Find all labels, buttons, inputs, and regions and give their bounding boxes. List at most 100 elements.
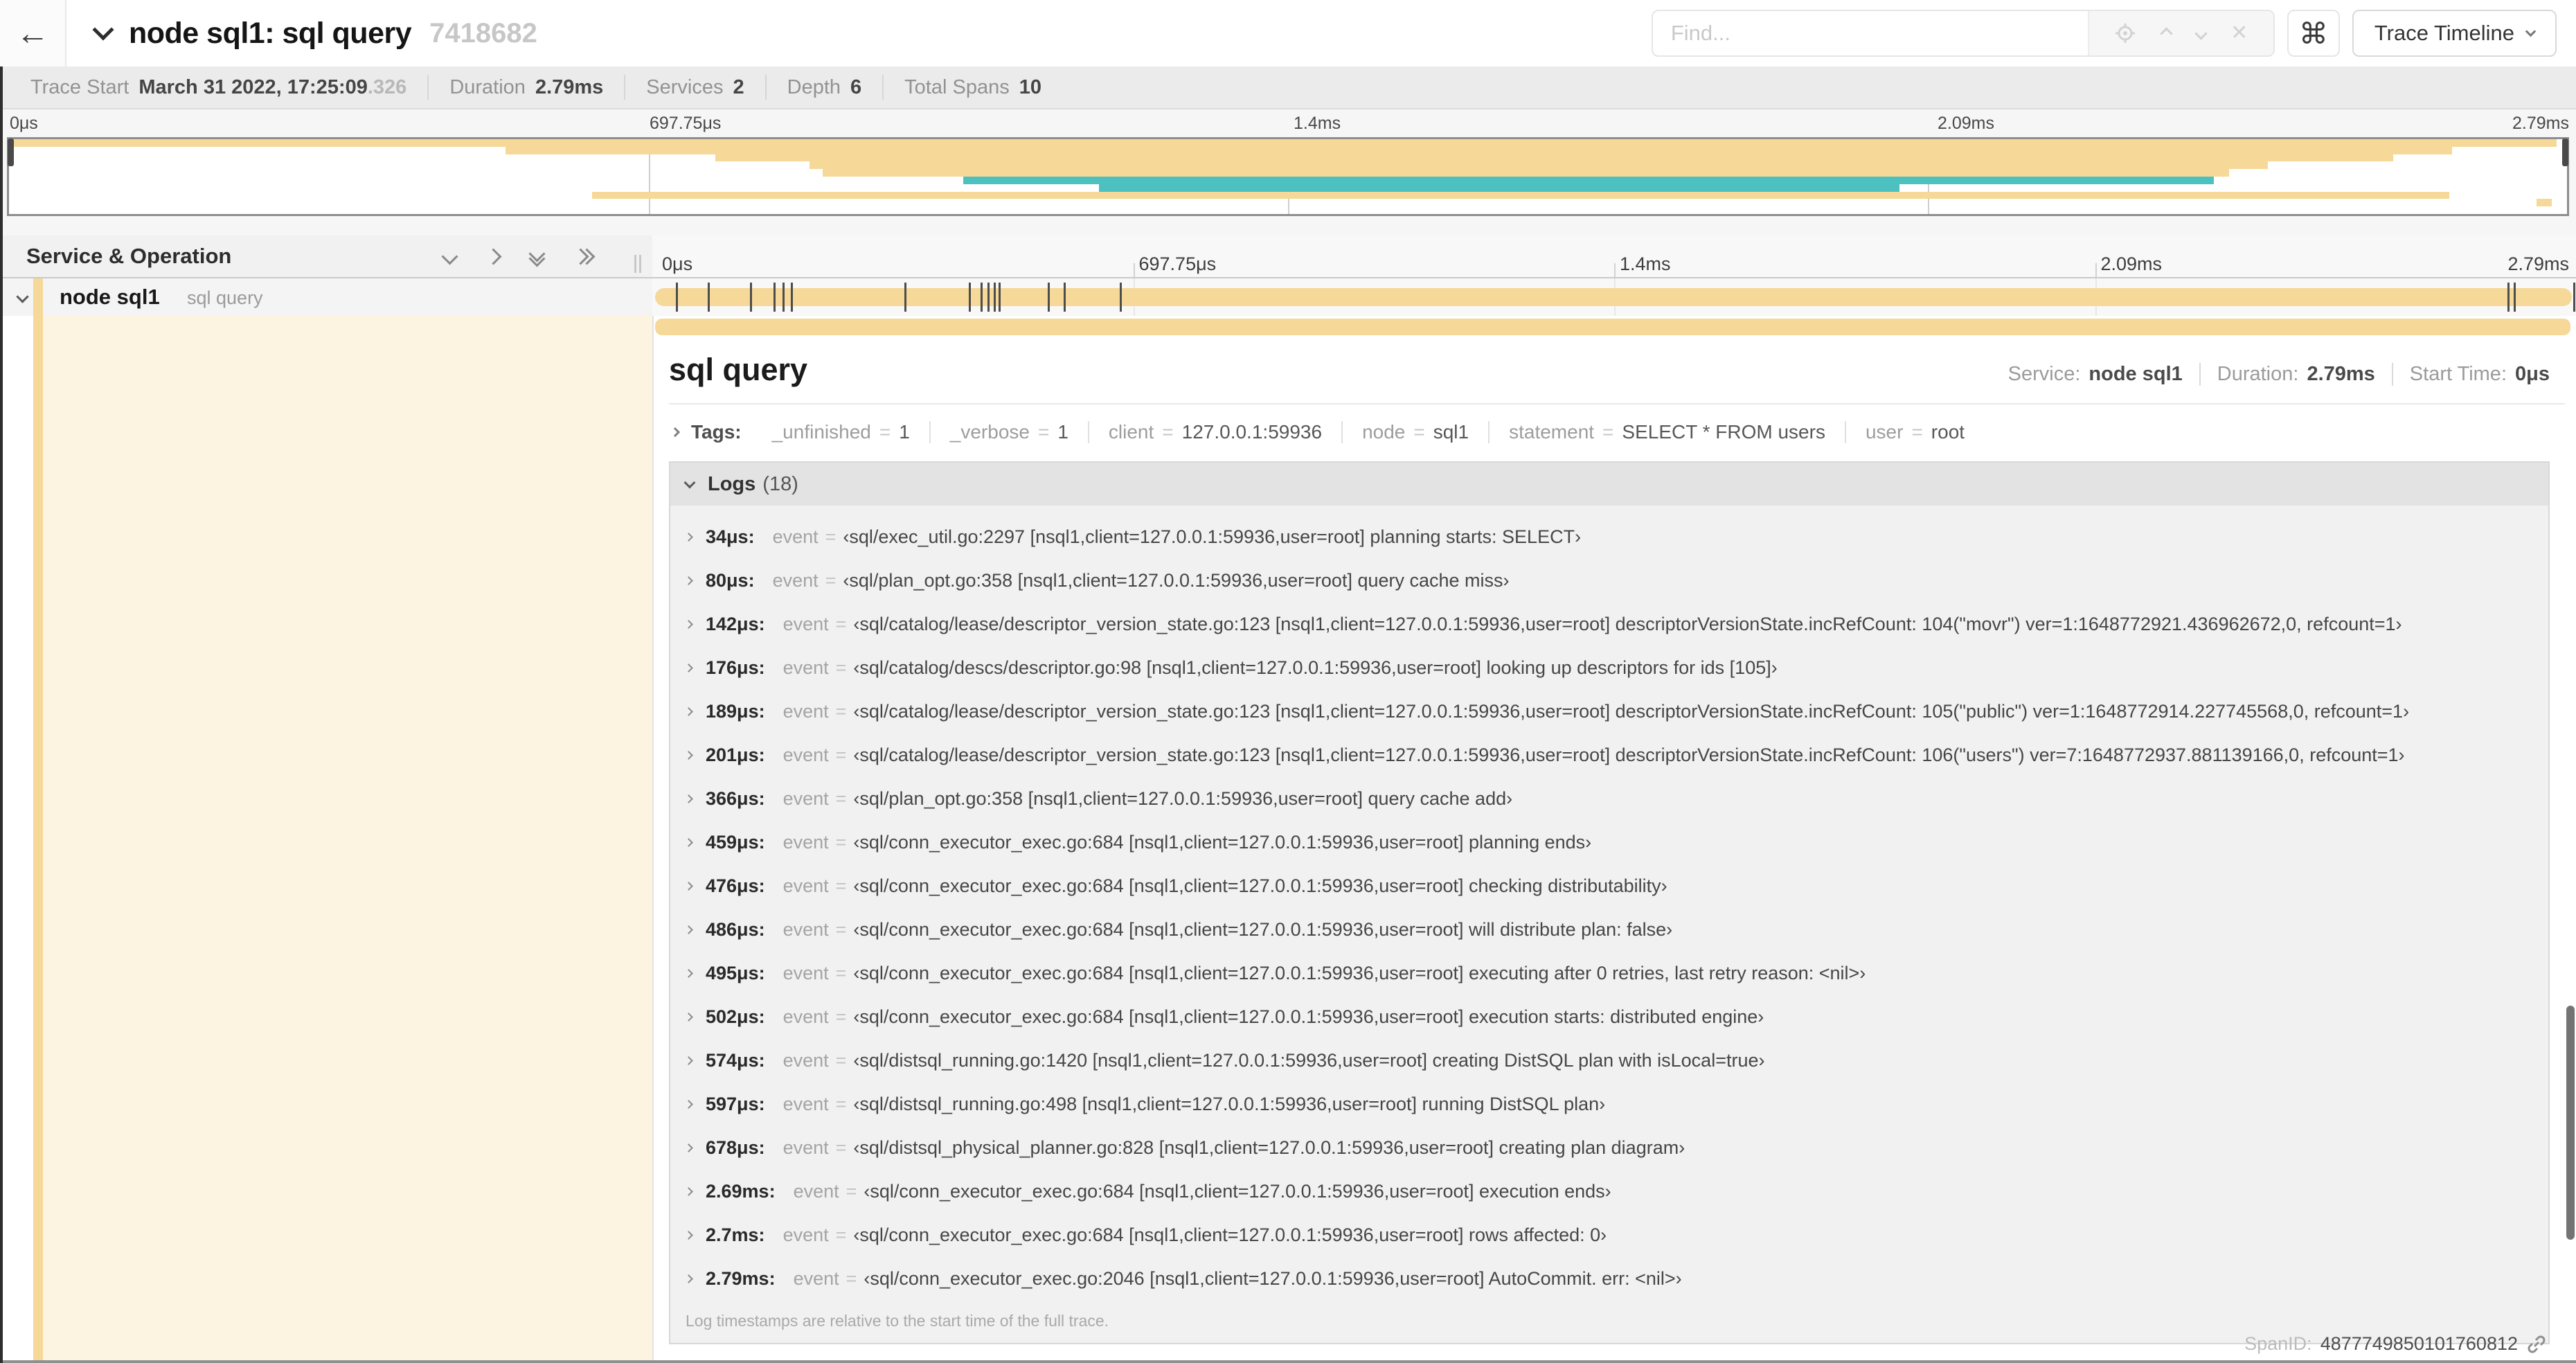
log-equals: = bbox=[835, 788, 847, 809]
start-time-label: Start Time: bbox=[2409, 363, 2507, 385]
log-entry[interactable]: 189μs: event = ‹sql/catalog/lease/descri… bbox=[670, 690, 2548, 733]
log-entry[interactable]: 366μs: event = ‹sql/plan_opt.go:358 [nsq… bbox=[670, 777, 2548, 821]
log-expand-chevron-icon[interactable] bbox=[684, 707, 693, 716]
log-expand-chevron-icon[interactable] bbox=[684, 533, 693, 542]
log-entry[interactable]: 678μs: event = ‹sql/distsql_physical_pla… bbox=[670, 1126, 2548, 1170]
log-field-value: ‹sql/plan_opt.go:358 [nsql1,client=127.0… bbox=[853, 788, 1513, 809]
log-expand-chevron-icon[interactable] bbox=[684, 1013, 693, 1022]
log-entry[interactable]: 597μs: event = ‹sql/distsql_running.go:4… bbox=[670, 1083, 2548, 1126]
log-field-key: event bbox=[782, 919, 829, 940]
collapse-one-icon[interactable] bbox=[441, 247, 458, 265]
find-next-icon[interactable] bbox=[2194, 26, 2208, 40]
span-row-timeline-cell[interactable] bbox=[652, 278, 2576, 316]
log-marker[interactable] bbox=[782, 283, 785, 312]
log-marker[interactable] bbox=[773, 283, 776, 312]
log-expand-chevron-icon[interactable] bbox=[684, 969, 693, 978]
log-entry[interactable]: 476μs: event = ‹sql/conn_executor_exec.g… bbox=[670, 864, 2548, 908]
log-marker[interactable] bbox=[1120, 283, 1122, 312]
log-expand-chevron-icon[interactable] bbox=[684, 1231, 693, 1240]
log-entry[interactable]: 502μs: event = ‹sql/conn_executor_exec.g… bbox=[670, 995, 2548, 1039]
log-expand-chevron-icon[interactable] bbox=[684, 882, 693, 891]
log-marker[interactable] bbox=[980, 283, 983, 312]
logs-header[interactable]: Logs (18) bbox=[670, 463, 2548, 506]
expand-all-icon[interactable] bbox=[572, 247, 596, 265]
log-expand-chevron-icon[interactable] bbox=[684, 925, 693, 934]
ruler-tick-3: 2.09ms bbox=[2100, 253, 2163, 274]
log-expand-chevron-icon[interactable] bbox=[684, 576, 693, 585]
find-input[interactable] bbox=[1652, 11, 2088, 55]
span-collapse-chevron-icon[interactable] bbox=[16, 290, 29, 303]
trace-view-selector[interactable]: Trace Timeline bbox=[2352, 10, 2557, 57]
tags-row[interactable]: Tags: _unfinished = 1 _verbose = 1 clien… bbox=[670, 418, 2576, 446]
log-entry[interactable]: 2.7ms: event = ‹sql/conn_executor_exec.g… bbox=[670, 1213, 2548, 1257]
span-row-label-cell[interactable]: node sql1 sql query bbox=[0, 278, 652, 316]
chevron-down-icon bbox=[2525, 26, 2537, 37]
log-entry[interactable]: 459μs: event = ‹sql/conn_executor_exec.g… bbox=[670, 821, 2548, 864]
log-marker[interactable] bbox=[993, 283, 996, 312]
log-equals: = bbox=[835, 745, 847, 765]
log-timestamp: 502μs: bbox=[706, 1006, 765, 1027]
log-expand-chevron-icon[interactable] bbox=[684, 1056, 693, 1065]
logs-section: Logs (18) 34μs: event = ‹sql/exec_util.g… bbox=[669, 461, 2550, 1344]
log-entry[interactable]: 2.69ms: event = ‹sql/conn_executor_exec.… bbox=[670, 1170, 2548, 1213]
logs-list: 34μs: event = ‹sql/exec_util.go:2297 [ns… bbox=[670, 506, 2548, 1301]
log-marker[interactable] bbox=[968, 283, 971, 312]
log-entry[interactable]: 34μs: event = ‹sql/exec_util.go:2297 [ns… bbox=[670, 515, 2548, 559]
back-button[interactable]: ← bbox=[0, 0, 66, 66]
log-field-key: event bbox=[782, 701, 829, 722]
log-entry[interactable]: 495μs: event = ‹sql/conn_executor_exec.g… bbox=[670, 952, 2548, 995]
expand-one-icon[interactable] bbox=[485, 247, 502, 265]
focus-target-icon[interactable] bbox=[2114, 22, 2136, 44]
log-marker[interactable] bbox=[750, 283, 753, 312]
log-expand-chevron-icon[interactable] bbox=[684, 1187, 693, 1196]
log-expand-chevron-icon[interactable] bbox=[684, 838, 693, 847]
log-marker[interactable] bbox=[904, 283, 907, 312]
find-prev-icon[interactable] bbox=[2160, 26, 2173, 40]
collapse-all-icon[interactable] bbox=[528, 245, 546, 267]
log-entry[interactable]: 80μs: event = ‹sql/plan_opt.go:358 [nsql… bbox=[670, 559, 2548, 603]
log-marker[interactable] bbox=[998, 283, 1001, 312]
log-expand-chevron-icon[interactable] bbox=[684, 620, 693, 629]
log-marker[interactable] bbox=[987, 283, 990, 312]
log-marker[interactable] bbox=[707, 283, 710, 312]
log-marker[interactable] bbox=[2573, 283, 2575, 312]
log-marker[interactable] bbox=[675, 283, 678, 312]
log-expand-chevron-icon[interactable] bbox=[684, 663, 693, 672]
tags-expand-chevron-icon[interactable] bbox=[670, 427, 681, 438]
ruler-tick-2: 1.4ms bbox=[1620, 253, 1671, 274]
vertical-scrollbar-thumb[interactable] bbox=[2566, 1006, 2575, 1240]
log-marker[interactable] bbox=[2514, 283, 2516, 312]
minimap-right-drag-handle[interactable] bbox=[2562, 139, 2568, 166]
minimap-canvas[interactable] bbox=[7, 137, 2569, 216]
log-entry[interactable]: 201μs: event = ‹sql/catalog/lease/descri… bbox=[670, 733, 2548, 777]
column-resize-grip[interactable] bbox=[634, 255, 641, 273]
log-expand-chevron-icon[interactable] bbox=[684, 1100, 693, 1109]
log-timestamp: 574μs: bbox=[706, 1050, 765, 1071]
stat-value: 10 bbox=[1019, 76, 1041, 98]
link-icon[interactable] bbox=[2526, 1334, 2547, 1355]
log-entry[interactable]: 574μs: event = ‹sql/distsql_running.go:1… bbox=[670, 1039, 2548, 1083]
minimap-span-bar bbox=[505, 146, 2452, 154]
log-marker[interactable] bbox=[2507, 283, 2510, 312]
log-marker[interactable] bbox=[791, 283, 794, 312]
log-field-key: event bbox=[782, 1050, 829, 1071]
log-expand-chevron-icon[interactable] bbox=[684, 1143, 693, 1152]
span-duration-bar[interactable] bbox=[655, 288, 2572, 306]
collapse-trace-chevron-icon[interactable] bbox=[92, 19, 114, 41]
log-entry[interactable]: 2.79ms: event = ‹sql/conn_executor_exec.… bbox=[670, 1257, 2548, 1301]
log-entry[interactable]: 486μs: event = ‹sql/conn_executor_exec.g… bbox=[670, 908, 2548, 952]
log-field-value: ‹sql/catalog/lease/descriptor_version_st… bbox=[853, 701, 2410, 722]
span-row: node sql1 sql query bbox=[0, 278, 2576, 316]
log-marker[interactable] bbox=[1048, 283, 1050, 312]
log-entry[interactable]: 142μs: event = ‹sql/catalog/lease/descri… bbox=[670, 603, 2548, 646]
log-expand-chevron-icon[interactable] bbox=[684, 751, 693, 760]
find-clear-icon[interactable]: ✕ bbox=[2230, 23, 2248, 44]
logs-collapse-chevron-icon[interactable] bbox=[683, 476, 696, 489]
tag-equals: = bbox=[1037, 421, 1050, 443]
log-expand-chevron-icon[interactable] bbox=[684, 794, 693, 803]
log-marker[interactable] bbox=[1064, 283, 1066, 312]
log-expand-chevron-icon[interactable] bbox=[684, 1274, 693, 1283]
log-entry[interactable]: 176μs: event = ‹sql/catalog/descs/descri… bbox=[670, 646, 2548, 690]
minimap-left-drag-handle[interactable] bbox=[8, 139, 14, 166]
keyboard-shortcuts-button[interactable]: ⌘ bbox=[2287, 10, 2340, 57]
